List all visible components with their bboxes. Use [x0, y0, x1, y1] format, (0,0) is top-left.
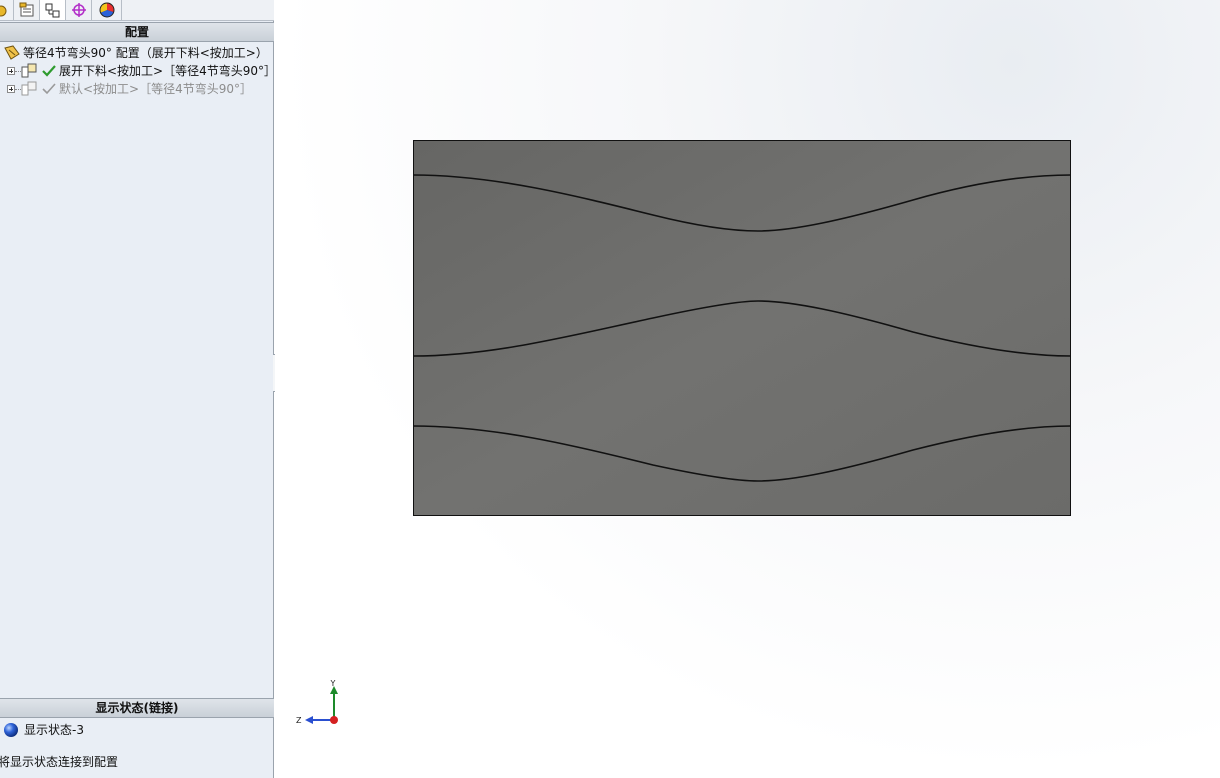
triad-y-label: Y: [330, 680, 336, 688]
property-manager-icon: [19, 2, 33, 17]
part-config-icon: [4, 45, 20, 60]
tab-display-manager[interactable]: [92, 0, 122, 20]
config-root-item[interactable]: 等径4节弯头90° 配置（展开下料<按加工>）: [0, 44, 274, 62]
config-root-label: 等径4节弯头90° 配置（展开下料<按加工>）: [23, 46, 268, 60]
inactive-check-icon: [42, 83, 56, 95]
triad-z-label: Z: [296, 716, 302, 725]
link-display-state-text[interactable]: 将显示状态连接到配置: [0, 753, 272, 771]
configuration-icon: [21, 63, 37, 78]
config-item-default[interactable]: 默认<按加工>［等径4节弯头90°］: [0, 80, 274, 98]
active-check-icon: [42, 65, 56, 77]
feature-manager-icon: [0, 5, 6, 17]
configuration-manager-icon: [45, 3, 59, 18]
configuration-manager-panel: 配置 等径4节弯头90° 配置（展开下料<按加工>） 展开下料<按加工>［等径4…: [0, 0, 277, 778]
tab-dimxpert[interactable]: [66, 0, 92, 20]
config-item-label: 展开下料<按加工>［等径4节弯头90°］: [59, 64, 277, 78]
display-manager-icon: [99, 2, 114, 18]
config-item-flat-pattern[interactable]: 展开下料<按加工>［等径4节弯头90°］: [0, 62, 277, 80]
manager-tab-strip: [0, 0, 274, 21]
config-section-header: 配置: [0, 22, 274, 42]
expand-icon[interactable]: [7, 67, 15, 75]
display-state-item[interactable]: 显示状态-3: [0, 721, 274, 739]
display-state-sphere-icon: [4, 723, 18, 737]
flat-pattern-sheet[interactable]: [413, 140, 1071, 516]
display-state-label: 显示状态-3: [24, 723, 84, 737]
dimxpert-icon: [71, 3, 86, 17]
tab-feature-manager[interactable]: [0, 0, 14, 20]
config-item-label: 默认<按加工>［等径4节弯头90°］: [59, 82, 253, 96]
graphics-area[interactable]: Y Z: [275, 0, 1220, 778]
display-state-header: 显示状态(链接): [0, 698, 274, 718]
reference-triad: Y Z: [296, 680, 338, 725]
configuration-icon: [21, 81, 37, 96]
tab-configuration-manager[interactable]: [40, 0, 66, 20]
tab-property-manager[interactable]: [14, 0, 40, 20]
sheet-outline: [413, 140, 1071, 516]
expand-icon[interactable]: [7, 85, 15, 93]
